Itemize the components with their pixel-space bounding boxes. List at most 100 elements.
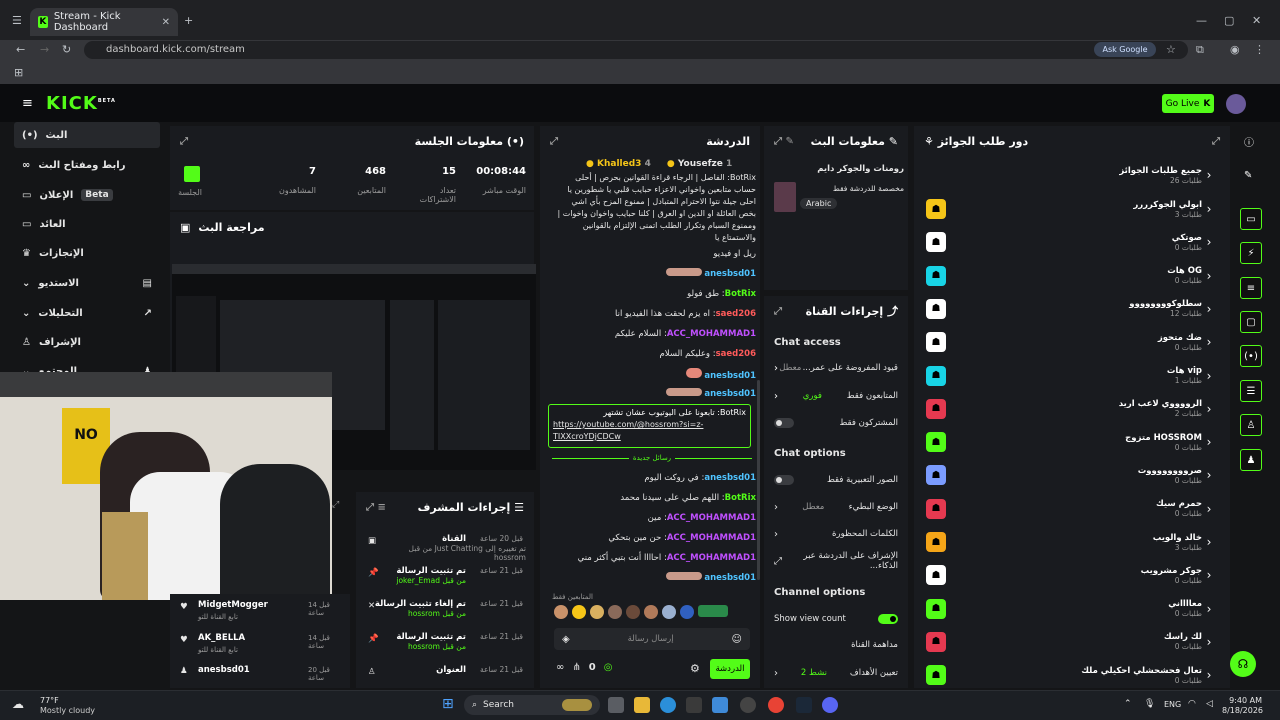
- infinity-icon[interactable]: ∞: [556, 662, 564, 673]
- set-goals-row[interactable]: › نشط 2 تعيين الأهداف: [774, 664, 898, 682]
- emoji-icon[interactable]: ☺: [732, 634, 742, 645]
- emote-only-toggle[interactable]: [774, 475, 794, 485]
- hamburger-menu-icon[interactable]: ≡: [22, 96, 33, 111]
- tray-chevron-icon[interactable]: ⌃: [1124, 699, 1132, 709]
- sidebar-item-achievements[interactable]: ♛ الإنجازات: [14, 240, 160, 266]
- queue-item[interactable]: ☗ OG هات طلبات 0 ›: [926, 260, 1216, 292]
- youtube-link[interactable]: https://youtube.com/@hossrom?si=z-TIXXcr…: [553, 419, 746, 443]
- volume-icon[interactable]: ◁: [1206, 699, 1213, 709]
- taskbar-search[interactable]: ⌕ Search: [464, 695, 600, 715]
- expand-icon[interactable]: ⤢: [180, 136, 188, 147]
- followers-only-row[interactable]: › فوري المتابعون فقط: [774, 387, 898, 405]
- close-window-icon[interactable]: ✕: [1252, 14, 1261, 27]
- browser-tab[interactable]: K Stream - Kick Dashboard ✕: [30, 8, 178, 36]
- show-view-count-toggle[interactable]: [878, 614, 898, 624]
- chrome-icon[interactable]: [768, 697, 784, 713]
- queue-all-row[interactable]: جميع طلبات الجوائز طلبات 26 ›: [926, 159, 1216, 191]
- rail-button-list[interactable]: ≡: [1240, 277, 1262, 299]
- edge-icon[interactable]: [660, 697, 676, 713]
- sidebar-item-stream-key[interactable]: ∞ رابط ومفتاح البث: [14, 152, 160, 178]
- rail-button-moderation[interactable]: ♙: [1240, 414, 1262, 436]
- slow-mode-row[interactable]: › معطل الوضع البطيء: [774, 498, 898, 516]
- new-tab-icon[interactable]: +: [184, 14, 193, 27]
- queue-item[interactable]: ☗ صوتكي طلبات 0 ›: [926, 226, 1216, 258]
- task-view-icon[interactable]: [608, 697, 624, 713]
- sidebar-item-stream[interactable]: (•) البث: [14, 122, 160, 148]
- emote[interactable]: [590, 605, 604, 619]
- queue-item[interactable]: ☗ ابولي الجوكرررر طلبات 3 ›: [926, 193, 1216, 225]
- emote[interactable]: [680, 605, 694, 619]
- expand-icon[interactable]: ⤢: [550, 136, 558, 147]
- rail-button-video[interactable]: ▭: [1240, 208, 1262, 230]
- mail-icon[interactable]: [712, 697, 728, 713]
- queue-item[interactable]: ☗ vip هات طلبات 1 ›: [926, 360, 1216, 392]
- avatar[interactable]: [1226, 94, 1246, 114]
- emote[interactable]: [662, 605, 676, 619]
- edit-icon[interactable]: ✎: [1244, 170, 1252, 181]
- emote[interactable]: [644, 605, 658, 619]
- reload-icon[interactable]: ↻: [62, 43, 71, 56]
- queue-item[interactable]: ☗ حمرم سيك طلبات 0 ›: [926, 493, 1216, 525]
- language-indicator[interactable]: ENG: [1164, 700, 1181, 709]
- emote[interactable]: [554, 605, 568, 619]
- tab-close-icon[interactable]: ✕: [162, 17, 170, 28]
- apps-grid-icon[interactable]: ⊞: [14, 66, 23, 79]
- expand-icon[interactable]: ⤢: [774, 306, 782, 317]
- go-live-button[interactable]: Go Live K: [1162, 94, 1214, 113]
- wifi-icon[interactable]: ◠: [1188, 699, 1196, 709]
- rail-button-queue[interactable]: ☰: [1240, 380, 1262, 402]
- bookmark-star-icon[interactable]: ☆: [1166, 43, 1176, 56]
- chat-scrollbar[interactable]: [757, 380, 760, 580]
- mic-icon[interactable]: 🎙: [1144, 699, 1155, 709]
- queue-item[interactable]: ☗ ضك متحوز طلبات 0 ›: [926, 326, 1216, 358]
- emote[interactable]: [626, 605, 640, 619]
- kick-logo[interactable]: KICKBETA: [46, 93, 116, 114]
- info-icon[interactable]: ⓘ: [1244, 134, 1254, 149]
- menu-icon[interactable]: ⋮: [1254, 43, 1265, 56]
- sidebar-item-ads[interactable]: ▭ الإعلان Beta: [14, 182, 160, 208]
- sidebar-item-moderation[interactable]: ♙ الإشراف: [14, 329, 160, 355]
- forward-icon[interactable]: →: [40, 43, 49, 56]
- shield-icon[interactable]: ◈: [562, 634, 570, 645]
- sidebar-item-revenue[interactable]: ▭ العائد: [14, 211, 160, 237]
- windows-start-icon[interactable]: ⊞: [442, 696, 454, 712]
- chat-input[interactable]: ◈ إرسال رسالة ☺: [554, 628, 750, 650]
- banned-words-row[interactable]: › الكلمات المحظورة: [774, 525, 898, 543]
- expand-icon[interactable]: ⤢ ✎: [774, 136, 794, 147]
- rail-button-community[interactable]: ♟: [1240, 449, 1262, 471]
- maximize-icon[interactable]: ▢: [1224, 14, 1234, 27]
- pinned-user[interactable]: ● Khalled3 4: [586, 159, 651, 169]
- taskbar-clock[interactable]: 9:40 AM 8/18/2026: [1222, 696, 1263, 716]
- queue-item[interactable]: ☗ سطلوكوووووووو طلبات 12 ›: [926, 293, 1216, 325]
- subscribers-only-toggle[interactable]: [774, 418, 794, 428]
- rail-button-lightning[interactable]: ⚡: [1240, 242, 1262, 264]
- sidebar-item-analytics[interactable]: ⌄ التحليلات ↗: [14, 300, 160, 326]
- discord-icon[interactable]: [822, 697, 838, 713]
- age-restriction-row[interactable]: › معطل قيود المفروضة على عمر...: [774, 359, 898, 377]
- queue-item[interactable]: ☗ خالد والويب طلبات 3 ›: [926, 526, 1216, 558]
- queue-item[interactable]: ☗ جوكر مشرويب طلبات 0 ›: [926, 559, 1216, 591]
- weather-widget[interactable]: 77°F Mostly cloudy: [40, 696, 95, 716]
- emote[interactable]: [572, 605, 586, 619]
- ai-moderation-row[interactable]: ⤢ الإشراف على الدردشة عبر الذكاء...: [774, 551, 898, 571]
- queue-item[interactable]: ☗ صرووووووووت طلبات 0 ›: [926, 459, 1216, 491]
- chat-settings-icon[interactable]: ⚙: [690, 662, 700, 675]
- extensions-icon[interactable]: ⧉: [1196, 43, 1204, 57]
- emote[interactable]: [698, 605, 728, 617]
- queue-item[interactable]: ☗ معااااني طلبات 0 ›: [926, 593, 1216, 625]
- tab-search-icon[interactable]: ☰: [12, 14, 22, 27]
- pinned-user[interactable]: ● Yousefze 1: [667, 159, 732, 169]
- expand-icon[interactable]: ⤢ ≡: [366, 502, 386, 513]
- url-input[interactable]: dashboard.kick.com/stream: [84, 41, 1188, 59]
- queue-item[interactable]: ☗ تعال فحشحشلي احكيلي ملك طلبات 0 ›: [926, 659, 1216, 691]
- ask-google-button[interactable]: Ask Google: [1094, 42, 1156, 57]
- profile-icon[interactable]: ◉: [1230, 43, 1240, 56]
- rail-button-chat[interactable]: ▢: [1240, 311, 1262, 333]
- raid-channel-row[interactable]: مداهمة القناة: [774, 636, 898, 654]
- expand-icon[interactable]: ⤢: [1212, 136, 1220, 147]
- queue-item[interactable]: ☗ HOSSROM متزوج طلبات 0 ›: [926, 426, 1216, 458]
- queue-item[interactable]: ☗ لك راسك طلبات 0 ›: [926, 626, 1216, 658]
- sidebar-item-studio[interactable]: ⌄ الاستديو ▤: [14, 270, 160, 296]
- activity-expand-icon[interactable]: ⤢: [332, 500, 339, 510]
- share-icon[interactable]: ⋔: [572, 662, 580, 673]
